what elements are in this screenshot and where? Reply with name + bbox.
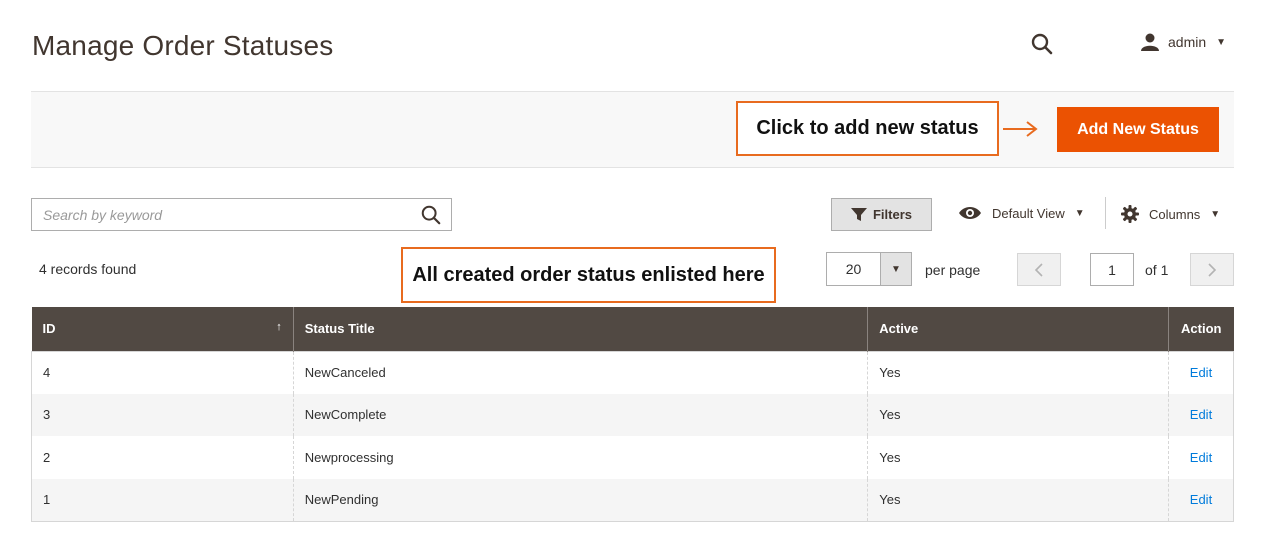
cell-status-title: NewCanceled — [293, 351, 869, 394]
header-search-button[interactable] — [1030, 32, 1054, 56]
records-found-count: 4 records found — [39, 261, 137, 277]
cell-status-title: NewComplete — [293, 393, 869, 436]
default-view-dropdown[interactable]: Default View ▼ — [958, 205, 1085, 221]
search-submit-button[interactable] — [411, 199, 451, 230]
cell-action: Edit — [1168, 478, 1234, 521]
per-page-select[interactable]: 20 ▼ — [826, 252, 912, 286]
page-title: Manage Order Statuses — [32, 30, 334, 61]
user-icon — [1141, 33, 1159, 51]
cell-action: Edit — [1168, 436, 1233, 479]
add-status-callout: Click to add new status — [736, 101, 999, 156]
column-header-label: ID — [42, 321, 56, 337]
column-header-action: Action — [1168, 307, 1234, 351]
current-page-input[interactable] — [1090, 253, 1134, 286]
admin-user-menu[interactable]: admin ▼ — [1140, 32, 1226, 52]
sort-ascending-icon: ↑ — [276, 321, 282, 334]
cell-id: 2 — [31, 436, 294, 479]
edit-link[interactable]: Edit — [1190, 450, 1212, 465]
filters-button[interactable]: Filters — [831, 198, 932, 231]
columns-label: Columns — [1149, 206, 1201, 222]
next-page-button[interactable] — [1190, 253, 1234, 286]
chevron-down-icon: ▼ — [1074, 207, 1085, 219]
table-row: 2 Newprocessing Yes Edit — [31, 436, 1234, 479]
default-view-label: Default View — [992, 205, 1065, 221]
cell-active: Yes — [867, 351, 1169, 394]
table-row: 1 NewPending Yes Edit — [31, 478, 1234, 521]
funnel-icon — [850, 207, 867, 221]
search-input[interactable] — [32, 199, 411, 230]
cell-id: 1 — [31, 478, 294, 521]
page-actions-bar — [31, 91, 1234, 168]
edit-link[interactable]: Edit — [1190, 407, 1212, 422]
cell-active: Yes — [867, 478, 1169, 521]
cell-active: Yes — [867, 436, 1169, 479]
cell-id: 3 — [31, 393, 294, 436]
search-icon — [421, 205, 441, 224]
previous-page-button[interactable] — [1017, 253, 1061, 286]
toolbar-divider — [1105, 197, 1106, 229]
column-header-status-title[interactable]: Status Title — [293, 307, 869, 351]
chevron-down-icon: ▼ — [1210, 208, 1221, 220]
table-row: 4 NewCanceled Yes Edit — [31, 351, 1234, 394]
cell-id: 4 — [31, 351, 294, 394]
grid-header-row: ID ↑ Status Title Active Action — [31, 307, 1234, 351]
add-new-status-button[interactable]: Add New Status — [1057, 107, 1219, 152]
cell-action: Edit — [1168, 351, 1233, 394]
keyword-search-box — [31, 198, 452, 231]
per-page-label: per page — [925, 262, 981, 278]
arrow-right-icon — [1003, 121, 1038, 137]
order-status-grid: ID ↑ Status Title Active Action 4 NewCanc… — [31, 307, 1234, 522]
cell-status-title: Newprocessing — [293, 436, 869, 479]
chevron-down-icon: ▼ — [1216, 36, 1227, 48]
cell-status-title: NewPending — [293, 478, 869, 521]
chevron-down-icon[interactable]: ▼ — [880, 253, 911, 285]
column-header-active[interactable]: Active — [867, 307, 1169, 351]
admin-username: admin — [1168, 34, 1207, 50]
column-header-id[interactable]: ID ↑ — [31, 307, 294, 351]
edit-link[interactable]: Edit — [1190, 492, 1212, 507]
eye-icon — [959, 207, 981, 219]
chevron-right-icon — [1208, 262, 1217, 277]
per-page-value[interactable]: 20 — [827, 253, 880, 285]
columns-dropdown[interactable]: Columns ▼ — [1121, 205, 1220, 223]
table-row: 3 NewComplete Yes Edit — [31, 393, 1234, 436]
edit-link[interactable]: Edit — [1190, 365, 1212, 380]
filters-label: Filters — [872, 207, 912, 222]
cell-action: Edit — [1168, 393, 1234, 436]
gear-icon — [1121, 205, 1139, 223]
search-icon — [1031, 33, 1053, 55]
cell-active: Yes — [867, 393, 1169, 436]
status-list-callout: All created order status enlisted here — [401, 247, 776, 303]
chevron-left-icon — [1034, 262, 1043, 277]
total-pages-label: of 1 — [1145, 262, 1169, 278]
